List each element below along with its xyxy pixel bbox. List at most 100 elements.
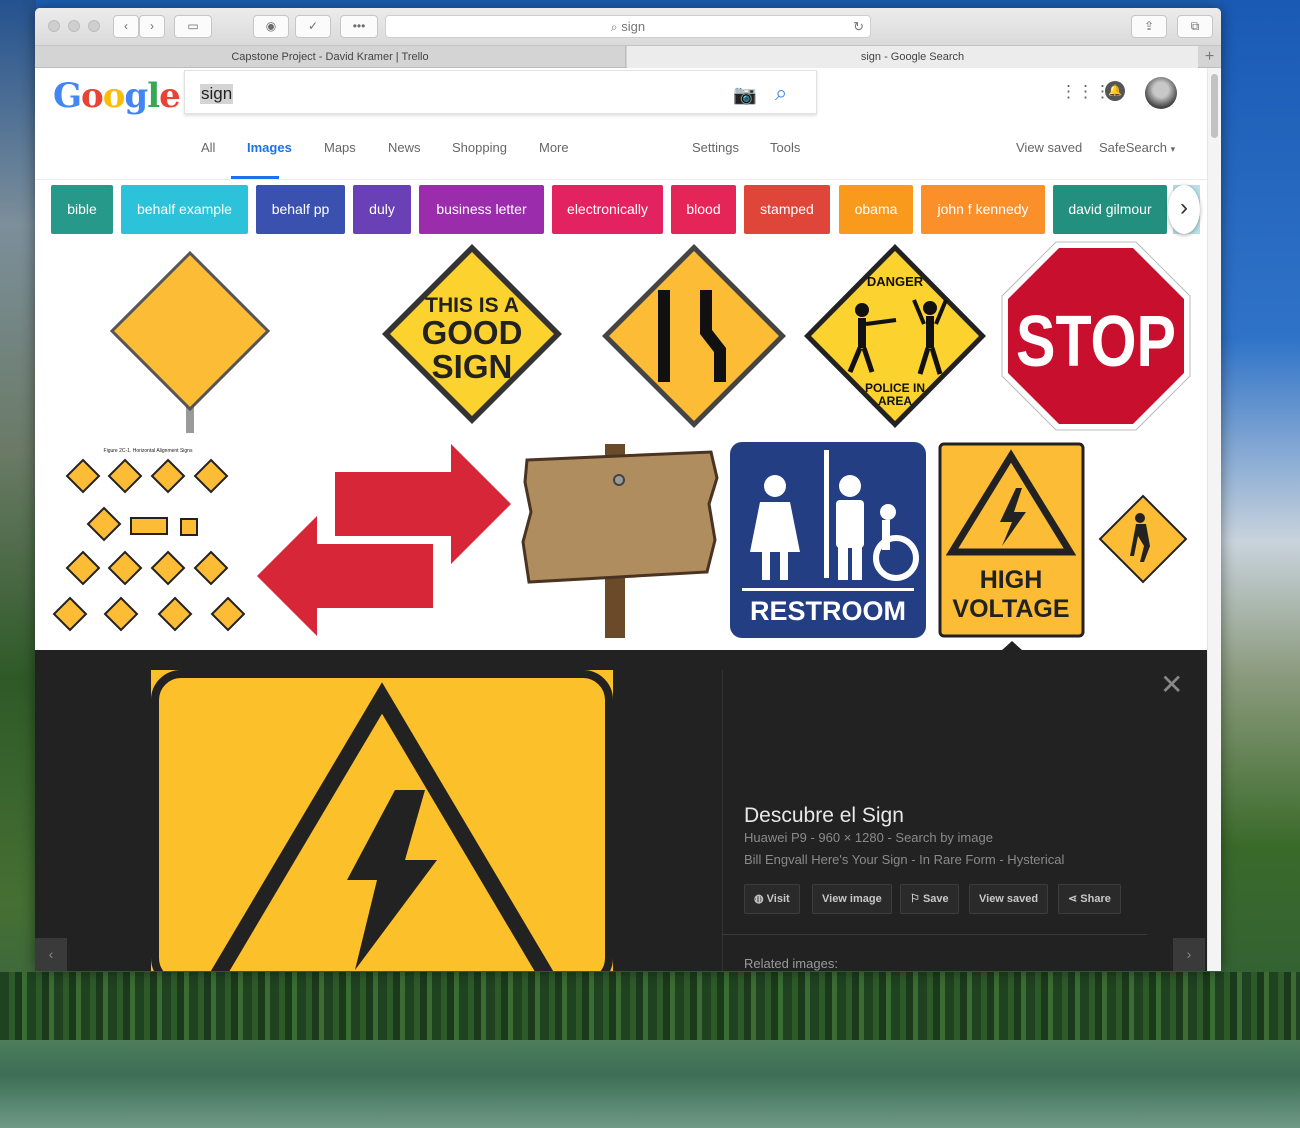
account-avatar[interactable] <box>1145 77 1177 109</box>
extension-button-3[interactable]: ••• <box>340 15 378 38</box>
desktop-treeline <box>0 972 1300 1042</box>
caret-down-icon: ▾ <box>1170 144 1176 154</box>
good-sign-line3: SIGN <box>432 348 513 385</box>
chevron-right-icon: › <box>1180 194 1188 221</box>
search-icon: ⌕ <box>610 20 618 34</box>
preview-title[interactable]: Descubre el Sign <box>744 804 904 828</box>
save-button[interactable]: ⚐ Save <box>900 884 959 914</box>
close-window-button[interactable] <box>48 20 60 32</box>
danger-text: DANGER <box>867 274 924 289</box>
minimize-window-button[interactable] <box>68 20 80 32</box>
image-preview-panel: ✕ Descubre el Sign Huawei P9 - 960 × 128… <box>35 650 1207 971</box>
address-bar[interactable]: ⌕ sign ↻ <box>385 15 871 38</box>
image-wooden-sign[interactable] <box>521 442 719 638</box>
visit-label: Visit <box>766 893 790 905</box>
chip-business-letter[interactable]: business letter <box>419 185 544 234</box>
image-horizontal-alignment-signs[interactable]: Figure 2C-1. Horizontal Alignment Signs <box>51 442 245 638</box>
bookmark-icon: ⚐ <box>910 893 920 905</box>
image-restroom-sign[interactable]: RESTROOM <box>730 442 926 638</box>
tabs-overview-button[interactable]: ⧉ <box>1177 15 1213 38</box>
image-stop-sign[interactable]: STOP <box>1000 240 1192 432</box>
image-high-voltage-sign[interactable]: HIGH VOLTAGE <box>938 442 1085 638</box>
view-image-button[interactable]: View image <box>812 884 892 914</box>
preview-meta: Huawei P9 - 960 × 1280 - Search by image <box>744 830 993 845</box>
tab-trello[interactable]: Capstone Project - David Kramer | Trello <box>35 46 626 68</box>
browser-window: ‹ › ▭ ◉ ✓ ••• ⌕ sign ↻ ⇪ ⧉ Capstone Proj… <box>35 8 1221 971</box>
share-button[interactable]: ⇪ <box>1131 15 1167 38</box>
extension-button-2[interactable]: ✓ <box>295 15 331 38</box>
tab-images[interactable]: Images <box>247 140 292 155</box>
settings-link[interactable]: Settings <box>692 140 739 155</box>
high-text: HIGH <box>980 566 1043 594</box>
image-pedestrian-sign[interactable] <box>1098 494 1188 584</box>
chip-john-f-kennedy[interactable]: john f kennedy <box>921 185 1045 234</box>
tab-label: sign - Google Search <box>860 51 965 63</box>
visit-button[interactable]: ◍ Visit <box>744 884 800 914</box>
image-road-narrows-sign[interactable] <box>598 240 790 432</box>
chip-behalf-pp[interactable]: behalf pp <box>256 185 345 234</box>
image-red-arrows[interactable] <box>253 442 515 638</box>
tools-link[interactable]: Tools <box>770 140 800 155</box>
tab-bar: Capstone Project - David Kramer | Trello… <box>35 46 1221 68</box>
search-icon[interactable]: ⌕ <box>775 80 787 106</box>
panel-separator <box>722 934 1147 935</box>
forward-button[interactable]: › <box>139 15 165 38</box>
tab-shopping[interactable]: Shopping <box>452 140 507 155</box>
new-tab-button[interactable]: + <box>1198 46 1221 68</box>
chips-next-button[interactable]: › <box>1168 185 1200 234</box>
close-panel-button[interactable]: ✕ <box>1160 668 1183 701</box>
chip-bible[interactable]: bible <box>51 185 113 234</box>
zoom-window-button[interactable] <box>88 20 100 32</box>
dots-icon: ••• <box>352 19 366 33</box>
share-icon: ⋖ <box>1068 893 1078 905</box>
area-text: AREA <box>878 394 912 408</box>
google-doodle-logo[interactable]: Google <box>53 76 181 116</box>
safesearch-menu[interactable]: SafeSearch ▾ <box>1099 140 1175 155</box>
chip-david-gilmour[interactable]: david gilmour <box>1053 185 1167 234</box>
chip-electronically[interactable]: electronically <box>552 185 663 234</box>
close-icon: ✕ <box>1160 668 1184 701</box>
apps-grid-icon[interactable]: ⋮⋮⋮ <box>1060 82 1111 102</box>
tab-maps[interactable]: Maps <box>324 140 356 155</box>
image-danger-police-sign[interactable]: DANGER POLICE IN AREA <box>800 240 990 432</box>
previous-image-button[interactable]: ‹ <box>35 938 67 971</box>
good-sign-line2: GOOD <box>422 314 523 351</box>
chip-duly[interactable]: duly <box>353 185 411 234</box>
reload-icon[interactable]: ↻ <box>853 16 864 37</box>
sidebar-button[interactable]: ▭ <box>174 15 212 38</box>
chip-blood[interactable]: blood <box>671 185 736 234</box>
image-good-sign[interactable]: THIS IS A GOOD SIGN <box>378 240 566 428</box>
search-box[interactable]: sign 📷 ⌕ <box>184 70 817 114</box>
chip-behalf-example[interactable]: behalf example <box>121 185 248 234</box>
view-saved-link[interactable]: View saved <box>1016 140 1082 155</box>
shield-icon: ◉ <box>265 19 277 33</box>
notifications-bell-icon[interactable]: 🔔 <box>1105 81 1125 101</box>
chip-stamped[interactable]: stamped <box>744 185 830 234</box>
image-blank-yellow-sign[interactable] <box>55 238 325 433</box>
camera-icon[interactable]: 📷 <box>733 83 757 107</box>
tabs-icon: ⧉ <box>1190 19 1200 33</box>
extension-button-1[interactable]: ◉ <box>253 15 289 38</box>
restroom-text: RESTROOM <box>750 596 906 626</box>
save-label: Save <box>922 893 949 905</box>
tab-google-search[interactable]: sign - Google Search <box>627 46 1198 68</box>
related-images-heading: Related images: <box>744 956 838 971</box>
tab-news[interactable]: News <box>388 140 421 155</box>
page-scrollbar[interactable] <box>1207 68 1221 971</box>
preview-image[interactable] <box>151 670 613 971</box>
tab-all[interactable]: All <box>201 140 215 155</box>
browser-toolbar: ‹ › ▭ ◉ ✓ ••• ⌕ sign ↻ ⇪ ⧉ <box>35 8 1221 46</box>
figure-caption: Figure 2C-1. Horizontal Alignment Signs <box>104 448 193 454</box>
view-saved-button[interactable]: View saved <box>969 884 1049 914</box>
scrollbar-thumb[interactable] <box>1211 74 1218 138</box>
v-icon: ✓ <box>307 19 319 33</box>
next-image-button[interactable]: › <box>1173 938 1205 971</box>
chip-obama[interactable]: obama <box>839 185 913 234</box>
chevron-right-icon: › <box>1186 946 1192 962</box>
share-button[interactable]: ⋖ Share <box>1058 884 1121 914</box>
search-input[interactable]: sign <box>200 84 234 104</box>
view-image-label: View image <box>822 893 882 905</box>
back-button[interactable]: ‹ <box>113 15 139 38</box>
tab-more[interactable]: More <box>539 140 569 155</box>
google-header: Google sign 📷 ⌕ ⋮⋮⋮ 🔔 All Images Maps Ne… <box>35 68 1207 180</box>
